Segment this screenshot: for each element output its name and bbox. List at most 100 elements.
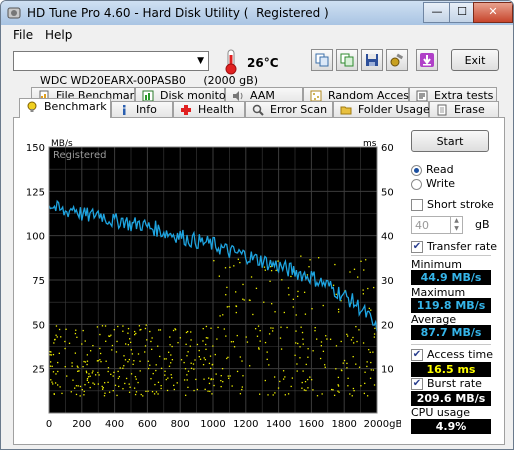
access-time-point: [187, 386, 189, 389]
write-radio[interactable]: [411, 179, 422, 190]
read-radio[interactable]: [411, 165, 422, 176]
minimize-button[interactable]: —: [423, 2, 451, 23]
access-time-point: [349, 271, 351, 273]
access-time-point: [112, 390, 114, 392]
tab-benchmark[interactable]: Benchmark: [19, 98, 111, 118]
access-time-point: [271, 330, 274, 332]
tab-health[interactable]: Health: [173, 101, 245, 118]
access-time-point: [52, 353, 55, 356]
access-time-point: [226, 286, 228, 289]
start-button[interactable]: Start: [411, 130, 489, 152]
short-stroke-checkbox[interactable]: [411, 199, 423, 211]
access-time-point: [373, 286, 375, 289]
spin-down-icon[interactable]: ▼: [450, 225, 462, 233]
divider: [411, 255, 491, 256]
access-time-point: [97, 383, 99, 385]
access-time-point: [236, 334, 238, 337]
download-button[interactable]: [416, 49, 438, 71]
access-time-point: [351, 395, 353, 397]
drive-select[interactable]: WDC WD20EARX-00PASB0 (2000 gB) ▼: [13, 51, 258, 87]
access-time-point: [54, 382, 57, 384]
access-time-point: [116, 340, 118, 343]
maximize-button[interactable]: ☐: [449, 2, 475, 23]
access-time-point: [205, 343, 207, 346]
access-time-point: [169, 336, 171, 338]
access-time-point: [212, 345, 214, 347]
menu-file[interactable]: File: [13, 28, 33, 42]
tab-info[interactable]: Info: [111, 101, 173, 118]
access-time-point: [113, 371, 115, 374]
access-time-label: Access time: [427, 348, 494, 361]
access-time-point: [254, 328, 257, 330]
close-button[interactable]: ✕: [473, 2, 513, 23]
y-tick-right: 20: [381, 320, 394, 331]
access-time-point: [226, 357, 228, 360]
access-time-point: [287, 393, 290, 395]
access-time-point: [122, 330, 124, 332]
access-time-point: [99, 333, 101, 336]
access-time-point: [243, 299, 245, 301]
access-time-point: [185, 343, 187, 345]
access-time-point: [103, 395, 106, 397]
access-time-point: [104, 392, 106, 394]
copy-text-button[interactable]: [336, 49, 358, 71]
access-time-point: [154, 383, 156, 386]
download-arrow-icon: [420, 53, 434, 67]
access-time-point: [280, 348, 283, 350]
access-time-point: [110, 334, 112, 336]
copy-green-icon: [340, 53, 354, 67]
access-time-point: [122, 367, 124, 369]
access-time-point: [196, 388, 199, 391]
short-stroke-value: 40: [415, 219, 429, 232]
menu-help[interactable]: Help: [45, 28, 72, 42]
access-time-point: [209, 355, 212, 357]
copy-info-button[interactable]: [311, 49, 333, 71]
access-time-point: [55, 325, 58, 327]
access-time-point: [230, 341, 233, 343]
access-time-point: [97, 360, 99, 362]
access-time-point: [370, 361, 372, 364]
access-time-point: [307, 348, 309, 350]
access-time-point: [190, 339, 192, 341]
save-screenshot-button[interactable]: [361, 49, 383, 71]
access-time-point: [362, 342, 365, 344]
tab-label: Info: [136, 103, 157, 116]
access-time-point: [151, 337, 153, 339]
short-stroke-input[interactable]: 40 ▲ ▼: [411, 216, 463, 234]
options-button[interactable]: [386, 49, 408, 71]
access-time-point: [242, 283, 244, 286]
access-time-point: [228, 377, 230, 380]
access-time-point: [346, 362, 348, 365]
access-time-point: [249, 365, 251, 367]
access-time-point: [202, 327, 204, 330]
access-time-point: [50, 379, 52, 381]
access-time-point: [307, 387, 309, 389]
access-time-point: [356, 340, 358, 343]
burst-rate-checkbox[interactable]: ✔: [411, 378, 423, 390]
access-time-point: [76, 365, 79, 367]
spin-up-icon[interactable]: ▲: [450, 217, 462, 225]
access-time-point: [292, 298, 295, 300]
tab-error-scan[interactable]: Error Scan: [245, 101, 333, 118]
access-time-point: [151, 348, 153, 351]
access-time-point: [305, 389, 307, 392]
access-time-point: [117, 370, 119, 373]
access-time-point: [269, 280, 271, 282]
access-time-point: [117, 377, 119, 380]
tab-erase[interactable]: Erase: [429, 101, 499, 118]
tab-folder-usage[interactable]: Folder Usage: [333, 101, 430, 118]
access-time-point: [227, 356, 229, 359]
access-time-point: [102, 387, 104, 389]
access-time-point: [177, 342, 179, 344]
access-time-point: [82, 329, 84, 332]
access-time-point: [241, 386, 243, 388]
access-time-point: [86, 354, 89, 356]
transfer-rate-checkbox[interactable]: ✔: [411, 241, 423, 253]
access-time-point: [50, 351, 52, 353]
access-time-point: [373, 336, 376, 338]
access-time-point: [113, 329, 116, 331]
access-time-point: [295, 342, 297, 344]
app-icon: [7, 7, 21, 19]
exit-button[interactable]: Exit: [451, 49, 499, 71]
access-time-checkbox[interactable]: ✔: [411, 349, 423, 361]
